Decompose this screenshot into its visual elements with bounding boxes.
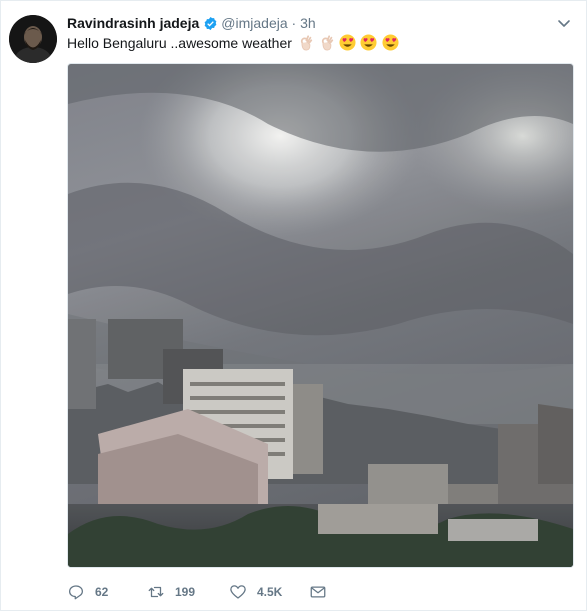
tweet-timestamp[interactable]: 3h <box>300 15 316 31</box>
reply-button[interactable]: 62 <box>67 581 108 603</box>
tweet-header: Ravindrasinh jadeja @imjadeja · 3h <box>67 13 562 33</box>
retweet-icon <box>148 586 164 598</box>
like-button[interactable]: 4.5K <box>229 581 282 603</box>
direct-message-icon <box>310 586 326 598</box>
heart-eyes-emoji-icon <box>360 34 377 51</box>
avatar[interactable] <box>9 15 57 63</box>
reply-icon <box>68 585 84 600</box>
ok-hand-emoji-icon <box>321 35 333 51</box>
tweet-actions: 62 199 4.5K <box>67 581 566 603</box>
chevron-down-icon[interactable] <box>556 15 572 31</box>
author-name[interactable]: Ravindrasinh jadeja <box>67 15 199 31</box>
heart-eyes-emoji-icon <box>382 34 399 51</box>
separator-dot: · <box>291 15 297 31</box>
like-count: 4.5K <box>257 585 283 599</box>
verified-badge-icon <box>204 16 217 31</box>
tweet-card[interactable]: Ravindrasinh jadeja @imjadeja · 3h Hello … <box>0 0 587 611</box>
direct-message-button[interactable] <box>309 581 337 603</box>
heart-eyes-emoji-icon <box>339 34 356 51</box>
retweet-count: 199 <box>175 585 196 599</box>
like-icon <box>230 585 246 599</box>
ok-hand-emoji-icon <box>300 35 312 51</box>
reply-count: 62 <box>95 585 109 599</box>
retweet-button[interactable]: 199 <box>147 581 195 603</box>
tweet-photo[interactable] <box>67 63 574 568</box>
author-handle[interactable]: @imjadeja <box>221 15 287 31</box>
tweet-text-container: Hello Bengaluru ..awesome weather <box>67 33 566 53</box>
tweet-text: Hello Bengaluru ..awesome weather <box>67 35 292 51</box>
